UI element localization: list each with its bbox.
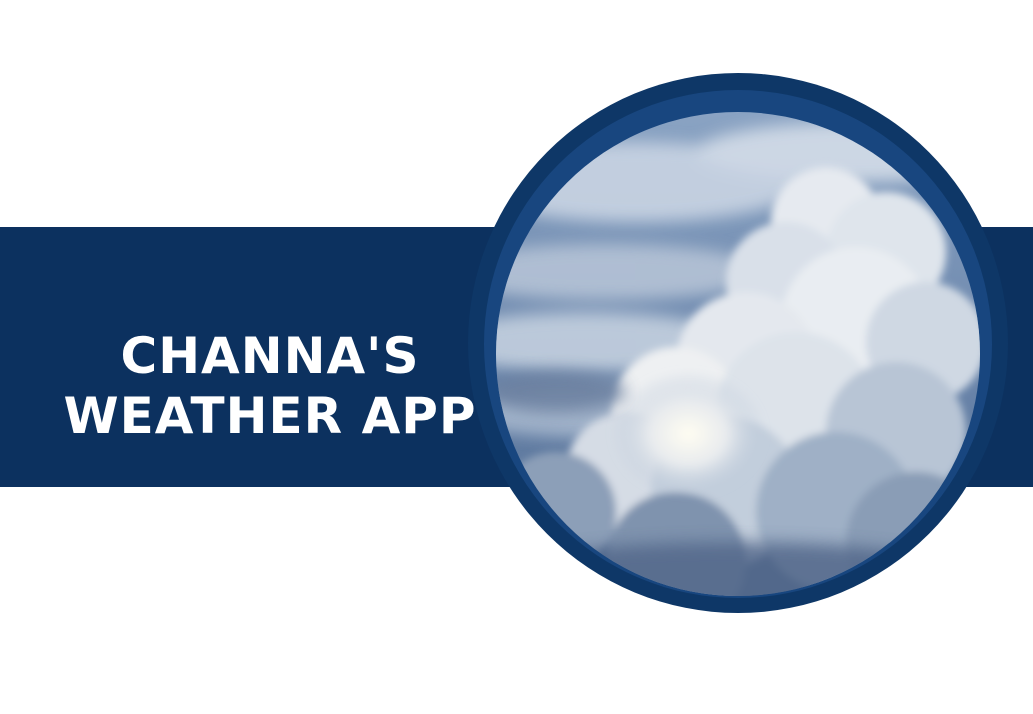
clouds-illustration [496,112,980,596]
app-title-line-2: Weather App [63,386,477,445]
app-title: Channa's Weather App [60,326,480,446]
app-title-line-1: Channa's [120,326,420,385]
splash-screen: Channa's Weather App [0,0,1033,714]
cloud-image [496,112,980,596]
